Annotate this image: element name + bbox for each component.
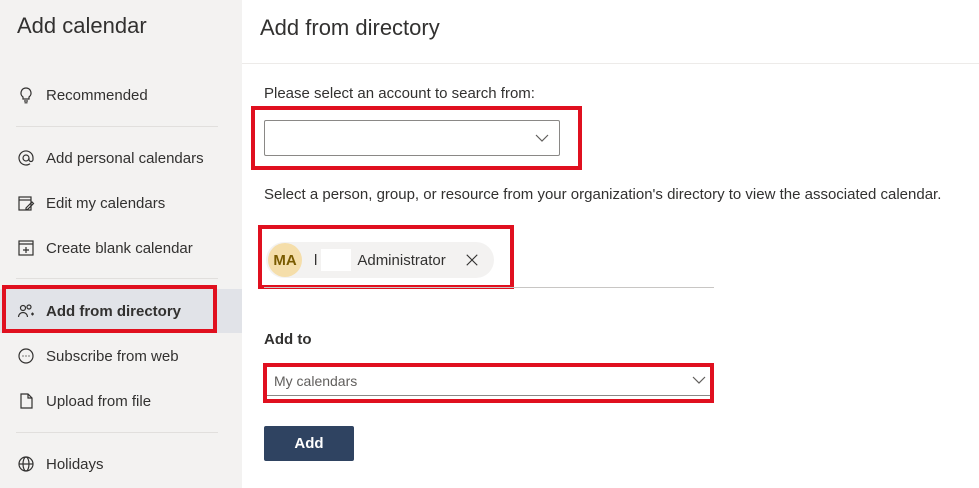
calendar-plus-icon <box>16 238 36 258</box>
sidebar-divider <box>16 278 218 279</box>
close-icon[interactable] <box>464 252 480 268</box>
account-prompt: Please select an account to search from: <box>264 85 535 102</box>
sidebar-divider <box>16 432 218 433</box>
add-to-select[interactable]: My calendars <box>266 366 710 396</box>
file-icon <box>16 391 36 411</box>
sidebar-item-label: Add personal calendars <box>46 149 204 167</box>
sidebar-item-subscribe-from-web[interactable]: Subscribe from web <box>0 334 242 378</box>
sidebar-item-add-personal-calendars[interactable]: Add personal calendars <box>0 136 242 180</box>
sidebar-item-label: Create blank calendar <box>46 239 193 257</box>
directory-prompt: Select a person, group, or resource from… <box>264 186 942 203</box>
lightbulb-icon <box>16 85 36 105</box>
sidebar-item-label: Upload from file <box>46 392 152 410</box>
redacted-block <box>321 249 352 271</box>
sidebar-item-edit-my-calendars[interactable]: Edit my calendars <box>0 181 242 225</box>
persona-chip[interactable]: MA l Administrator <box>266 242 494 278</box>
edit-calendar-icon <box>16 193 36 213</box>
persona-underline <box>264 287 714 288</box>
at-sign-icon <box>16 148 36 168</box>
sidebar-item-label: Add from directory <box>46 302 182 320</box>
sidebar-item-label: Holidays <box>46 455 104 473</box>
persona-name-prefix: l <box>314 251 318 269</box>
chevron-down-icon <box>692 376 706 384</box>
avatar: MA <box>268 243 302 277</box>
add-to-label: Add to <box>264 331 312 348</box>
page-title: Add from directory <box>260 15 440 40</box>
add-to-select-value: My calendars <box>274 372 358 389</box>
sidebar-item-label: Edit my calendars <box>46 194 166 212</box>
sidebar-item-recommended[interactable]: Recommended <box>0 73 242 117</box>
people-add-icon <box>16 301 36 321</box>
chevron-down-icon <box>535 134 549 142</box>
account-select[interactable] <box>264 120 560 156</box>
sidebar: Add calendar Recommended Add personal ca… <box>0 0 242 488</box>
sidebar-item-add-from-directory[interactable]: Add from directory <box>0 289 242 333</box>
sidebar-divider <box>16 126 218 127</box>
persona-name: Administrator <box>357 251 446 269</box>
sidebar-item-label: Subscribe from web <box>46 347 179 365</box>
sidebar-item-upload-from-file[interactable]: Upload from file <box>0 379 242 423</box>
sidebar-item-label: Recommended <box>46 86 148 104</box>
link-icon <box>16 346 36 366</box>
globe-icon <box>16 454 36 474</box>
sidebar-item-holidays[interactable]: Holidays <box>0 442 242 486</box>
sidebar-item-create-blank-calendar[interactable]: Create blank calendar <box>0 226 242 270</box>
header-divider <box>242 63 979 64</box>
sidebar-title: Add calendar <box>17 13 147 38</box>
add-button[interactable]: Add <box>264 426 354 461</box>
